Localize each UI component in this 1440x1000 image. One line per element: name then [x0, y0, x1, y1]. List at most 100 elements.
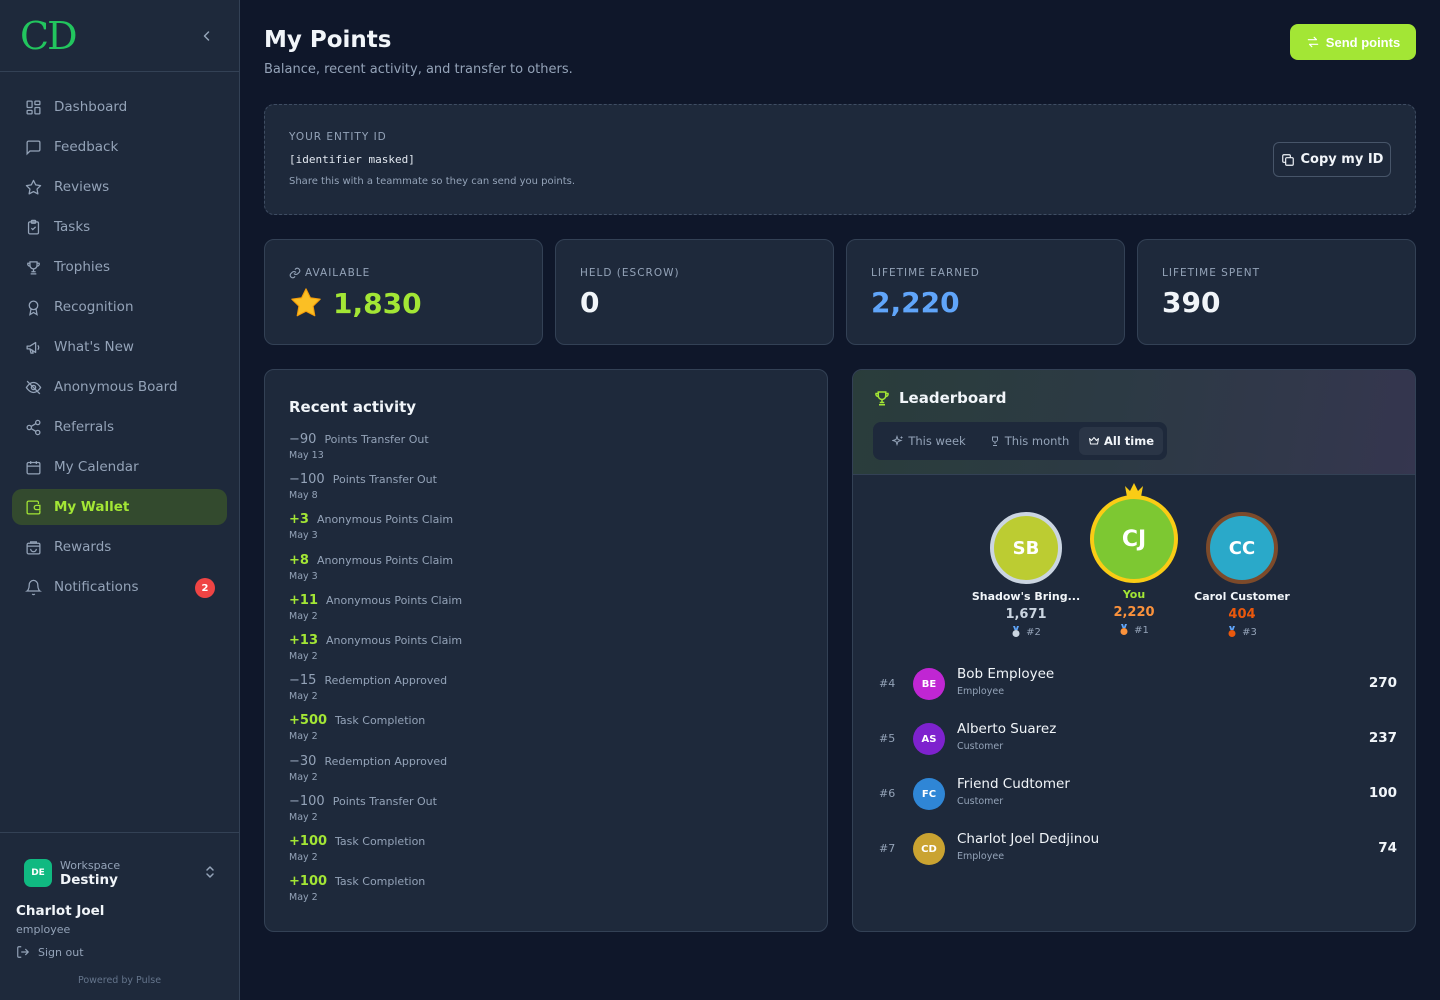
podium-first[interactable]: CJ You 2,220 #1 — [1089, 483, 1179, 636]
sidebar-item-reviews[interactable]: Reviews — [12, 169, 227, 205]
link-icon — [289, 267, 301, 279]
activity-item: +100 Task Completion May 2 — [289, 874, 462, 914]
entity-id-hint: Share this with a teammate so they can s… — [289, 176, 576, 187]
share-icon — [24, 418, 42, 436]
activity-amount: +3 — [289, 512, 309, 528]
sidebar-item-feedback[interactable]: Feedback — [12, 129, 227, 165]
sidebar-item-label: Notifications — [54, 579, 139, 595]
activity-amount: +100 — [289, 833, 328, 849]
megaphone-icon — [24, 338, 42, 356]
activity-amount: +100 — [289, 874, 328, 890]
activity-line: −100 Points Transfer Out — [289, 794, 462, 812]
activity-item: −90 Points Transfer Out May 13 — [289, 432, 462, 472]
avatar: CC — [1206, 512, 1278, 584]
activity-amount: +11 — [289, 592, 318, 608]
activity-amount: −90 — [289, 432, 317, 447]
activity-description: Task Completion — [335, 834, 426, 848]
row-name: Charlot Joel Dedjinou — [957, 831, 1100, 847]
podium-name: You — [1122, 588, 1146, 601]
activity-line: −100 Points Transfer Out — [289, 472, 462, 490]
page-subtitle: Balance, recent activity, and transfer t… — [264, 62, 573, 77]
sidebar-item-referrals[interactable]: Referrals — [12, 409, 227, 445]
sidebar-nav: Dashboard Feedback Reviews Tasks Trophie… — [0, 72, 239, 605]
row-points: 100 — [1368, 785, 1397, 801]
avatar: SB — [990, 512, 1062, 584]
sidebar-item-label: What's New — [54, 339, 134, 355]
workspace-avatar: DE — [24, 859, 52, 887]
row-points: 270 — [1368, 675, 1397, 691]
crown-icon — [1125, 483, 1143, 497]
podium-points: 404 — [1228, 607, 1256, 622]
activity-description: Redemption Approved — [324, 754, 448, 768]
message-icon — [24, 138, 42, 156]
row-rank: #4 — [879, 677, 896, 690]
sidebar-item-recognition[interactable]: Recognition — [12, 289, 227, 325]
tab-all-time[interactable]: All time — [1079, 427, 1163, 455]
user-role: employee — [16, 923, 71, 936]
activity-line: +3 Anonymous Points Claim — [289, 512, 462, 530]
logo[interactable]: CD — [20, 17, 78, 55]
sidebar-item-my-calendar[interactable]: My Calendar — [12, 449, 227, 485]
brand-bar: CD — [0, 0, 239, 72]
row-name: Bob Employee — [957, 666, 1055, 682]
calendar-icon — [24, 458, 42, 476]
row-rank: #6 — [879, 787, 896, 800]
activity-line: +11 Anonymous Points Claim — [289, 593, 462, 611]
sign-out-label: Sign out — [38, 945, 84, 959]
activity-description: Redemption Approved — [324, 674, 448, 688]
activity-amount: −30 — [289, 753, 317, 769]
activity-description: Points Transfer Out — [332, 794, 437, 808]
activity-item: −100 Points Transfer Out May 2 — [289, 794, 462, 834]
sidebar-item-my-wallet[interactable]: My Wallet — [12, 489, 227, 525]
activity-list: −90 Points Transfer Out May 13 −100 Points T… — [289, 432, 462, 914]
leaderboard-row[interactable]: #7 CD Charlot Joel Dedjinou Employee 74 — [879, 829, 1397, 869]
sidebar-item-trophies[interactable]: Trophies — [12, 249, 227, 285]
powered-by: Powered by Pulse — [77, 975, 162, 986]
activity-description: Points Transfer Out — [332, 473, 437, 487]
medal-icon — [1120, 624, 1128, 635]
user-name: Charlot Joel — [16, 903, 105, 919]
trophy-icon — [24, 258, 42, 276]
sidebar-item-tasks[interactable]: Tasks — [12, 209, 227, 245]
activity-description: Anonymous Points Claim — [325, 593, 463, 607]
sidebar-item-label: Trophies — [54, 259, 110, 275]
activity-date: May 3 — [289, 570, 318, 582]
send-points-button[interactable]: Send points — [1290, 24, 1416, 60]
star-icon — [24, 178, 42, 196]
activity-item: +100 Task Completion May 2 — [289, 834, 462, 874]
wallet-icon — [24, 498, 42, 516]
sidebar-item-anonymous-board[interactable]: Anonymous Board — [12, 369, 227, 405]
activity-date: May 2 — [289, 851, 318, 863]
podium-third[interactable]: CC Carol Customer 404 #3 — [1187, 512, 1297, 638]
stat-value: 0 — [580, 286, 600, 319]
sidebar-item-dashboard[interactable]: Dashboard — [12, 89, 227, 125]
podium-rank: #3 — [1187, 626, 1297, 638]
activity-date: May 2 — [289, 731, 318, 743]
tab-this-week[interactable]: This week — [879, 427, 979, 455]
copy-id-button[interactable]: Copy my ID — [1273, 142, 1391, 177]
leaderboard-row[interactable]: #4 BE Bob Employee Employee 270 — [879, 664, 1397, 704]
sidebar-item-label: Dashboard — [54, 99, 128, 115]
sidebar-item-whats-new[interactable]: What's New — [12, 329, 227, 365]
activity-date: May 2 — [289, 691, 318, 703]
workspace-switcher[interactable]: DE Workspace Destiny — [24, 853, 216, 893]
activity-description: Anonymous Points Claim — [316, 513, 454, 527]
entity-id-card: YOUR ENTITY ID [identifier masked] Share… — [264, 104, 1416, 215]
sign-out-button[interactable]: Sign out — [16, 945, 84, 959]
activity-line: +100 Task Completion — [289, 834, 462, 852]
collapse-sidebar-icon[interactable] — [197, 26, 217, 46]
leaderboard-row[interactable]: #6 FC Friend Cudtomer Customer 100 — [879, 774, 1397, 814]
sidebar-item-rewards[interactable]: Rewards — [12, 529, 227, 565]
bell-icon — [24, 578, 42, 596]
row-role: Employee — [957, 851, 1005, 862]
sidebar-item-notifications[interactable]: Notifications 2 — [12, 569, 227, 605]
sidebar-item-label: My Wallet — [54, 499, 130, 515]
activity-amount: −100 — [289, 793, 325, 809]
podium-second[interactable]: SB Shadow's Bring... 1,671 #2 — [971, 512, 1081, 638]
sign-out-icon — [17, 946, 30, 958]
activity-item: −100 Points Transfer Out May 8 — [289, 472, 462, 512]
tab-this-month[interactable]: This month — [979, 427, 1079, 455]
row-name: Alberto Suarez — [957, 721, 1057, 737]
leaderboard-row[interactable]: #5 AS Alberto Suarez Customer 237 — [879, 719, 1397, 759]
shopping-bag-icon — [24, 538, 42, 556]
